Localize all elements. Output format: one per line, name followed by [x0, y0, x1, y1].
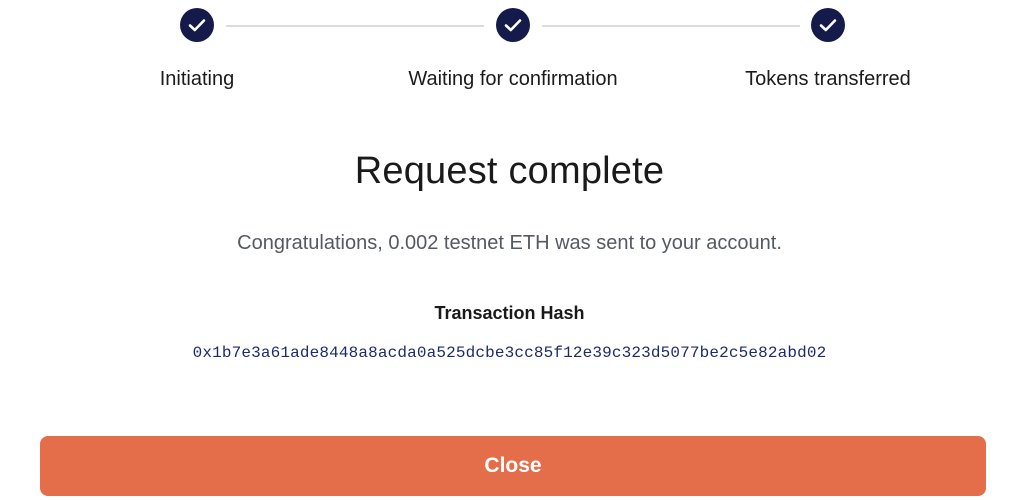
step-3-check-icon [811, 8, 845, 42]
check-icon [819, 19, 837, 32]
request-complete-dialog: Initiating Waiting for confirmation Toke… [0, 0, 1019, 500]
step-connector-line [542, 25, 800, 27]
transaction-hash-label: Transaction Hash [434, 303, 585, 323]
transaction-hash-value: 0x1b7e3a61ade8448a8acda0a525dcbe3cc85f12… [192, 344, 827, 362]
step-label-waiting-for-confirmation: Waiting for confirmation [408, 68, 618, 90]
step-connector-line [226, 25, 484, 27]
step-1-check-icon [180, 8, 214, 42]
page-title: Request complete [354, 150, 665, 192]
success-message: Congratulations, 0.002 testnet ETH was s… [237, 232, 782, 254]
step-label-initiating: Initiating [159, 68, 235, 90]
close-button[interactable]: Close [40, 436, 986, 496]
check-icon [504, 19, 522, 32]
check-icon [188, 19, 206, 32]
step-label-tokens-transferred: Tokens transferred [745, 68, 911, 90]
step-2-check-icon [496, 8, 530, 42]
